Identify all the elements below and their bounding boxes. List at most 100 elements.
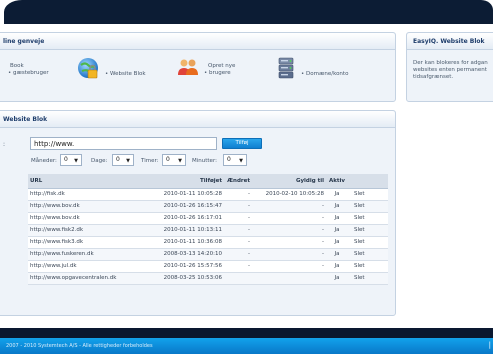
table-header-row: URL Tilføjet Ændret Gyldig til Aktiv	[28, 174, 388, 189]
easyiq-text-line-3: tidsafgrænset.	[413, 74, 454, 80]
cell-active: Ja	[326, 260, 348, 273]
cell-changed: -	[224, 188, 252, 201]
chevron-down-icon: ▼	[74, 158, 78, 164]
easyiq-panel-header: EasyIQ. Website Blok	[407, 33, 493, 50]
header-url: URL	[28, 174, 146, 189]
minutes-label: Minutter:	[192, 158, 217, 164]
days-label: Dage:	[91, 158, 108, 164]
shortcut-domain-account-label[interactable]: • Domæne/konto	[301, 71, 348, 78]
cell-url: http://www.fisk2.dk	[28, 224, 146, 237]
table-row: http://www.bov.dk 2010-01-26 16:17:01 - …	[28, 212, 388, 225]
shortcuts-title: line genveje	[3, 38, 45, 45]
cell-added: 2010-01-11 10:36:08	[146, 236, 224, 249]
top-banner	[0, 0, 493, 24]
panel-edge-mark: :	[3, 141, 6, 148]
hours-select[interactable]: 0 ▼	[162, 154, 186, 166]
chevron-down-icon: ▼	[178, 158, 182, 164]
server-icon[interactable]	[276, 57, 296, 79]
cell-active: Ja	[326, 200, 348, 213]
easyiq-description: Der kan blokeres for adgan websites ente…	[413, 60, 488, 81]
shortcut-create-users-label-2[interactable]: • brugere	[204, 70, 231, 77]
delete-link[interactable]: Slet	[348, 200, 388, 213]
cell-changed: -	[224, 200, 252, 213]
cell-url: http://www.bov.dk	[28, 212, 146, 225]
cell-active: Ja	[326, 272, 348, 285]
footer-mark: |	[488, 341, 491, 349]
delete-link[interactable]: Slet	[348, 212, 388, 225]
cell-changed: -	[224, 236, 252, 249]
easyiq-panel: EasyIQ. Website Blok Der kan blokeres fo…	[406, 32, 493, 102]
minutes-select[interactable]: 0 ▼	[223, 154, 247, 166]
hours-value: 0	[166, 156, 170, 163]
cell-valid: -	[252, 200, 326, 213]
cell-valid	[252, 272, 326, 285]
cell-active: Ja	[326, 248, 348, 261]
delete-link[interactable]: Slet	[348, 224, 388, 237]
cell-added: 2010-01-26 16:15:47	[146, 200, 224, 213]
cell-url: http://www.jul.dk	[28, 260, 146, 273]
blocked-sites-table: URL Tilføjet Ændret Gyldig til Aktiv htt…	[28, 174, 388, 285]
days-value: 0	[116, 156, 120, 163]
cell-added: 2010-01-11 10:13:11	[146, 224, 224, 237]
shortcut-book-guest[interactable]: Book • gæstebruger	[8, 63, 63, 81]
cell-active: Ja	[326, 236, 348, 249]
url-input[interactable]	[30, 137, 217, 150]
shortcut-book-label-1: Book	[10, 63, 24, 69]
website-block-panel-header: Website Blok	[0, 111, 395, 128]
shortcut-create-users-label-1[interactable]: Opret nye	[208, 63, 235, 70]
header-active: Aktiv	[326, 174, 348, 189]
shortcuts-panel-header: line genveje	[0, 33, 395, 50]
table-row: http://www.jul.dk 2010-01-26 15:57:56 - …	[28, 260, 388, 273]
delete-link[interactable]: Slet	[348, 248, 388, 261]
cell-valid: -	[252, 260, 326, 273]
table-row: http://fisk.dk 2010-01-11 10:05:28 - 201…	[28, 188, 388, 201]
cell-changed	[224, 272, 252, 285]
cell-url: http://www.opgavecentralen.dk	[28, 272, 146, 285]
cell-changed: -	[224, 224, 252, 237]
minutes-value: 0	[227, 156, 231, 163]
table-row: http://www.fisk3.dk 2010-01-11 10:36:08 …	[28, 236, 388, 249]
cell-valid: -	[252, 212, 326, 225]
globe-lock-icon[interactable]	[76, 56, 100, 80]
chevron-down-icon: ▼	[126, 158, 130, 164]
delete-link[interactable]: Slet	[348, 272, 388, 285]
cell-added: 2008-03-13 14:20:10	[146, 248, 224, 261]
delete-link[interactable]: Slet	[348, 236, 388, 249]
easyiq-text-line-2: websites enten permanent	[413, 67, 487, 73]
months-select[interactable]: 0 ▼	[60, 154, 82, 166]
website-block-title: Website Blok	[3, 116, 48, 123]
cell-added: 2010-01-26 15:57:56	[146, 260, 224, 273]
days-select[interactable]: 0 ▼	[112, 154, 134, 166]
cell-valid: -	[252, 248, 326, 261]
header-action	[348, 174, 388, 189]
cell-added: 2008-03-25 10:53:06	[146, 272, 224, 285]
cell-valid: 2010-02-10 10:05:28	[252, 188, 326, 201]
cell-url: http://fisk.dk	[28, 188, 146, 201]
easyiq-text-line-1: Der kan blokeres for adgan	[413, 60, 488, 66]
delete-link[interactable]: Slet	[348, 188, 388, 201]
cell-changed: -	[224, 260, 252, 273]
cell-url: http://www.fuskeren.dk	[28, 248, 146, 261]
header-added: Tilføjet	[146, 174, 224, 189]
cell-active: Ja	[326, 224, 348, 237]
cell-changed: -	[224, 248, 252, 261]
cell-url: http://www.bov.dk	[28, 200, 146, 213]
add-button[interactable]: Tilføj	[222, 138, 262, 149]
top-banner-curve	[4, 0, 493, 24]
cell-changed: -	[224, 212, 252, 225]
header-valid: Gyldig til	[252, 174, 326, 189]
chevron-down-icon: ▼	[239, 158, 243, 164]
cell-url: http://www.fisk3.dk	[28, 236, 146, 249]
cell-added: 2010-01-11 10:05:28	[146, 188, 224, 201]
shortcut-website-block-label[interactable]: • Website Blok	[105, 71, 146, 78]
footer-copyright: 2007 - 2010 Systemtech A/S - Alle rettig…	[6, 343, 153, 349]
users-icon[interactable]	[177, 58, 199, 76]
cell-valid: -	[252, 236, 326, 249]
table-row: http://www.fuskeren.dk 2008-03-13 14:20:…	[28, 248, 388, 261]
cell-added: 2010-01-26 16:17:01	[146, 212, 224, 225]
delete-link[interactable]: Slet	[348, 260, 388, 273]
table-row: http://www.bov.dk 2010-01-26 16:15:47 - …	[28, 200, 388, 213]
months-label: Måneder:	[31, 158, 57, 164]
header-changed: Ændret	[224, 174, 252, 189]
cell-valid: -	[252, 224, 326, 237]
